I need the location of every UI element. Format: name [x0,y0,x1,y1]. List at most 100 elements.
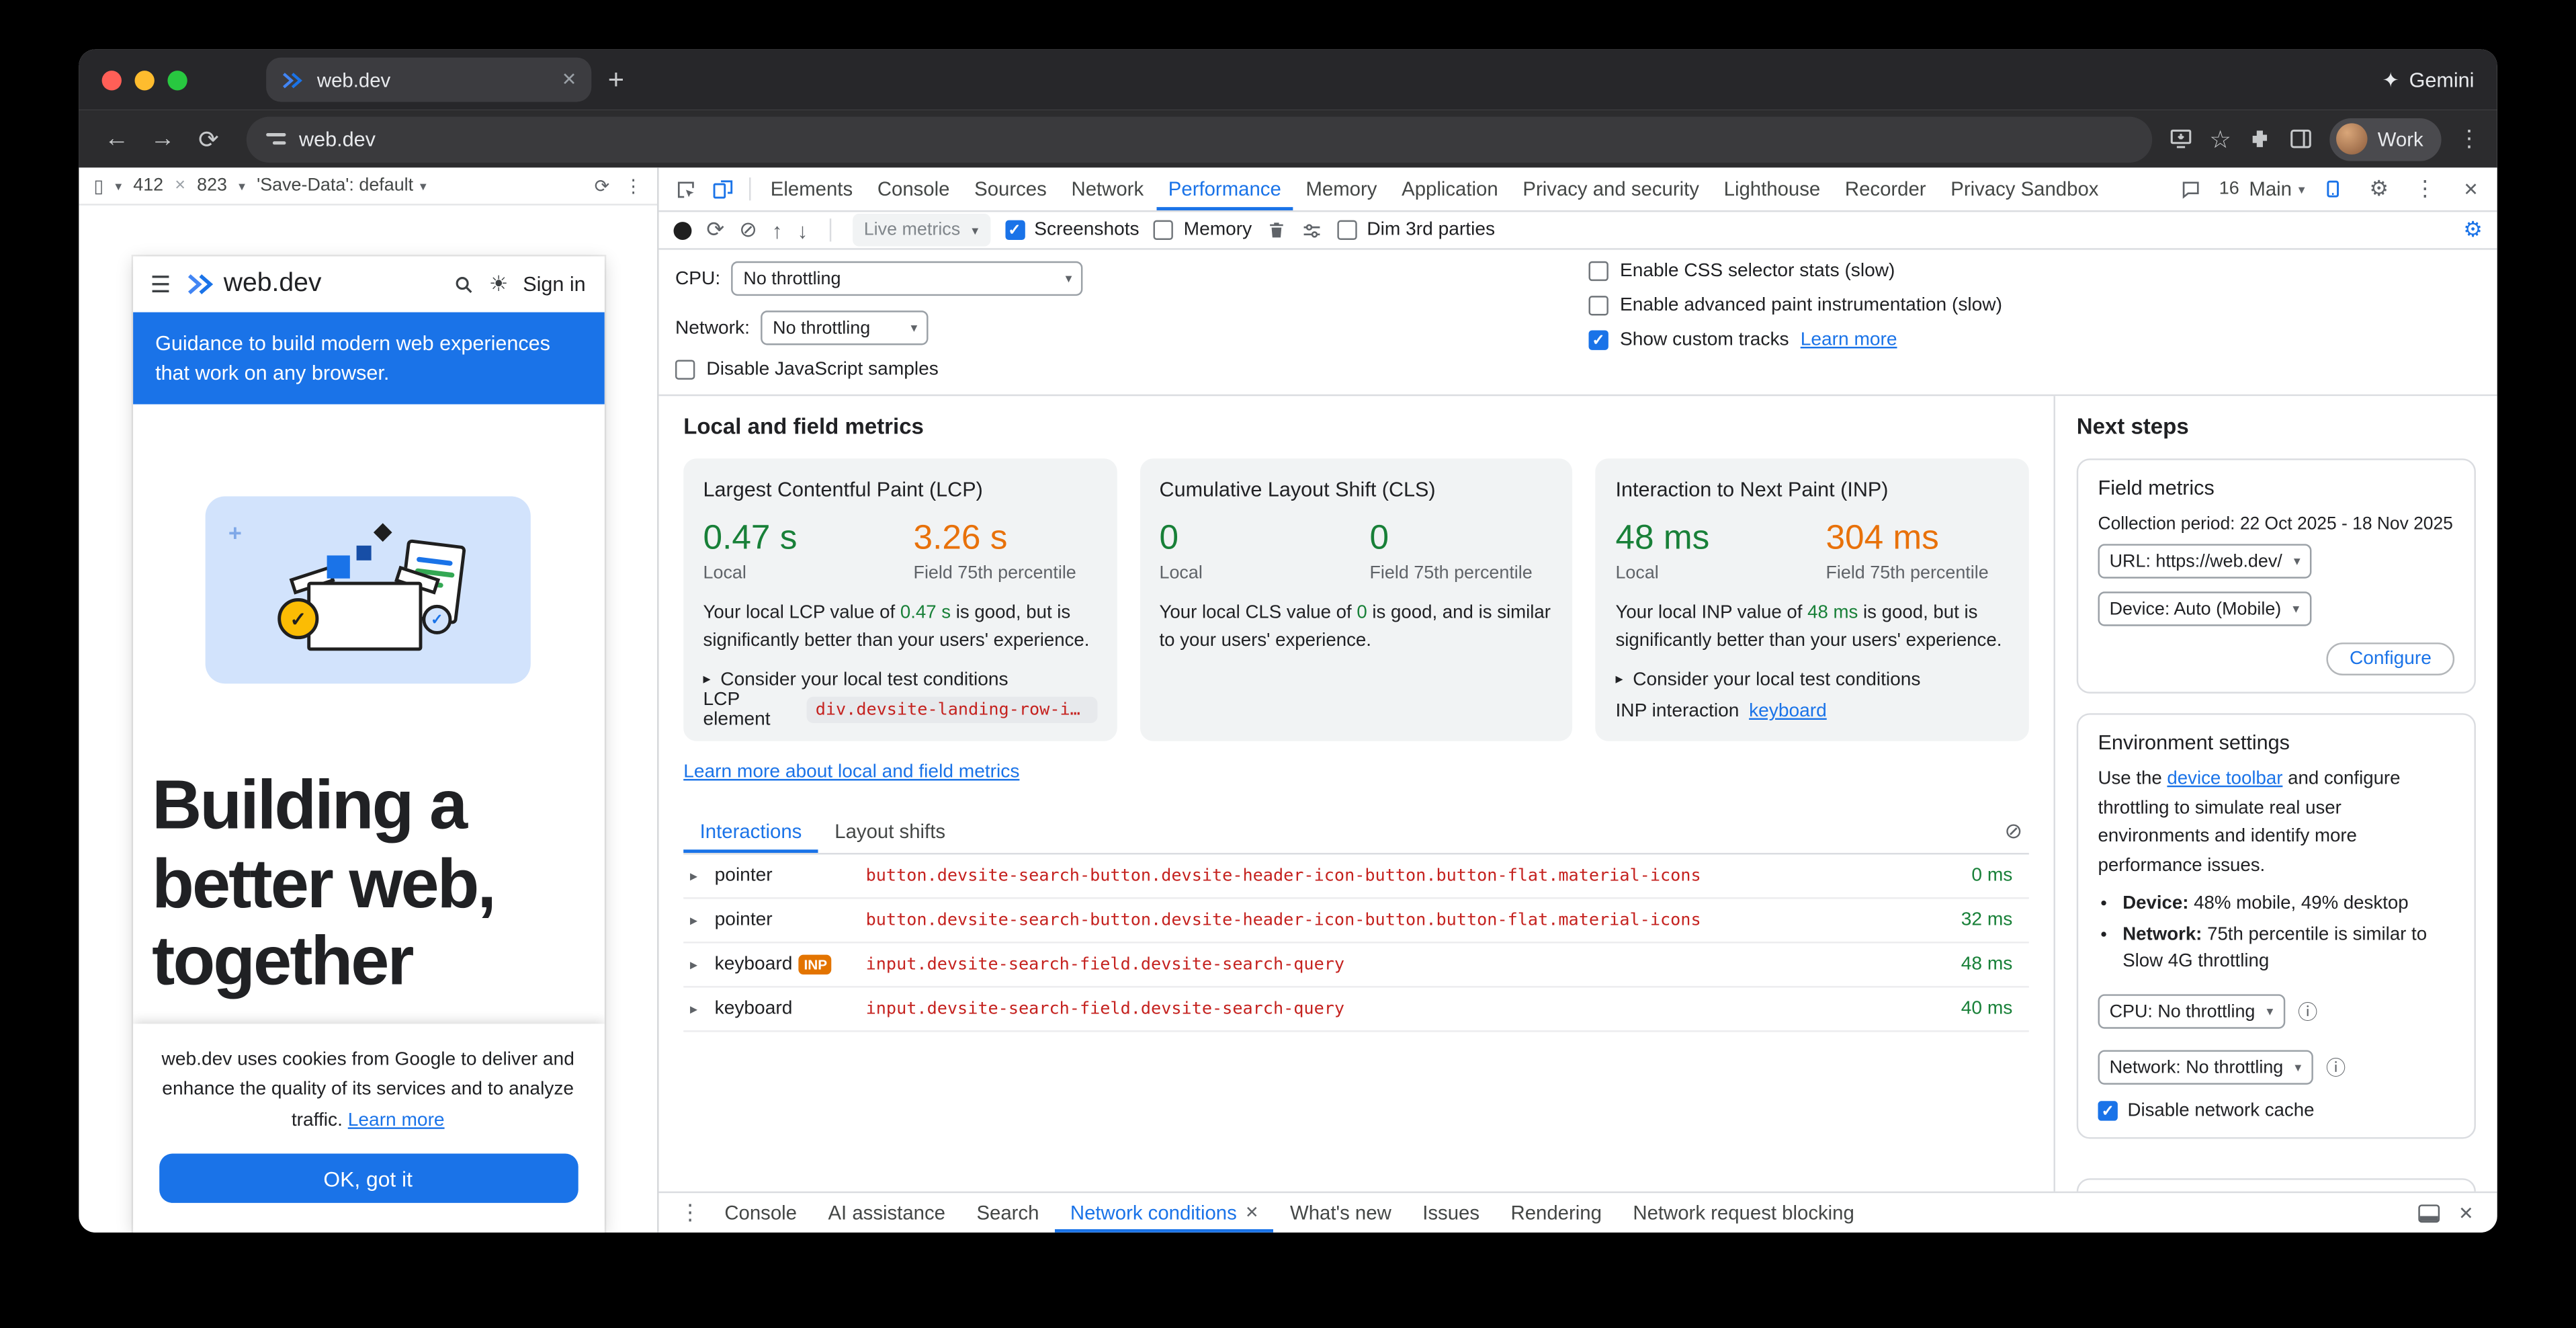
drawer-menu-icon[interactable]: ⋮ [672,1195,708,1231]
lcp-element-chip[interactable]: div.devsite-landing-row-item-d… [807,696,1097,722]
zoom-window-button[interactable] [167,70,187,89]
tab-elements[interactable]: Elements [759,167,865,210]
extensions-icon[interactable] [2248,126,2273,151]
cookie-learn-more-link[interactable]: Learn more [348,1110,445,1130]
cookie-accept-button[interactable]: OK, got it [159,1154,578,1203]
drawer-tab-console[interactable]: Console [710,1193,812,1233]
drawer-close-icon[interactable]: ✕ [2448,1195,2484,1231]
field-url-select[interactable]: URL: https://web.dev/ ▾ [2098,544,2312,579]
capture-settings-gear-icon[interactable]: ⚙ [2463,217,2483,243]
side-panel-icon[interactable] [2289,126,2314,151]
configure-button[interactable]: Configure [2327,643,2454,676]
tab-interactions[interactable]: Interactions [683,810,818,853]
devtools-menu-icon[interactable]: ⋮ [2407,171,2443,207]
inp-test-conditions-expander[interactable]: ▸ Consider your local test conditions [1615,670,2009,690]
devtools-close-icon[interactable]: ✕ [2453,171,2489,207]
disable-network-cache-checkbox[interactable]: ✓ Disable network cache [2098,1102,2455,1121]
context-selector[interactable]: Main ▾ [2249,177,2305,200]
save-profile-icon[interactable]: ↑ [772,218,783,243]
hamburger-menu-icon[interactable]: ☰ [151,270,171,298]
viewport-width-input[interactable]: 412 [133,176,163,196]
row-expand-caret-icon[interactable]: ▸ [690,911,705,929]
zoom-select-caret-icon[interactable]: ▾ [239,178,245,193]
row-expand-caret-icon[interactable]: ▸ [690,867,705,885]
browser-tab[interactable]: web.dev ✕ [266,58,591,102]
network-throttling-select[interactable]: No throttling ▾ [761,310,929,345]
rotate-icon[interactable]: ⟳ [595,175,610,196]
forward-button[interactable]: → [141,118,184,161]
disable-js-samples-checkbox[interactable]: Disable JavaScript samples [675,360,1589,379]
disable-network-cache-box[interactable]: ✓ [2098,1102,2118,1121]
interaction-row[interactable]: ▸ keyboard INP input.devsite-search-fiel… [683,944,2029,988]
tab-network[interactable]: Network [1060,167,1155,210]
paint-instrumentation-box[interactable] [1589,296,1608,315]
row-expand-caret-icon[interactable]: ▸ [690,1000,705,1018]
close-window-button[interactable] [102,70,122,89]
site-settings-icon[interactable] [266,134,286,144]
gemini-button[interactable]: ✦ Gemini [2382,67,2474,92]
tab-close-icon[interactable]: ✕ [562,69,577,91]
devtools-settings-icon[interactable]: ⚙ [2361,171,2397,207]
interaction-selector[interactable]: input.devsite-search-field.devsite-searc… [866,955,1907,974]
record-shortcut-card[interactable]: Record ⌘ E [2077,1179,2476,1192]
sidebar-cpu-select[interactable]: CPU: No throttling ▾ [2098,995,2285,1029]
drawer-tab-close-icon[interactable]: ✕ [1245,1204,1259,1222]
tab-privacy-sandbox[interactable]: Privacy Sandbox [1939,167,2110,210]
back-button[interactable]: ← [95,118,138,161]
issues-icon[interactable] [2173,171,2209,207]
cpu-throttling-select[interactable]: No throttling ▾ [732,261,1083,296]
tab-privacy-and-security[interactable]: Privacy and security [1511,167,1711,210]
field-device-select[interactable]: Device: Auto (Mobile) ▾ [2098,592,2311,626]
browser-menu-icon[interactable]: ⋮ [2458,125,2481,153]
record-and-reload-icon[interactable]: ⟳ [706,217,724,243]
disable-js-samples-box[interactable] [675,360,695,379]
throttling-select[interactable]: 'Save-Data': default ▾ [257,176,427,196]
css-selector-stats-box[interactable] [1589,261,1608,281]
inspect-element-icon[interactable] [667,171,703,207]
interaction-selector[interactable]: button.devsite-search-button.devsite-hea… [866,911,1907,930]
device-select-caret-icon[interactable]: ▾ [115,178,122,193]
interaction-row[interactable]: ▸ pointer button.devsite-search-button.d… [683,855,2029,899]
tab-application[interactable]: Application [1390,167,1510,210]
drawer-tab-search[interactable]: Search [961,1193,1054,1233]
custom-tracks-checkbox[interactable]: ✓ Show custom tracks Learn more [1589,330,2002,349]
drawer-tab-whats-new[interactable]: What's new [1275,1193,1406,1233]
tab-sources[interactable]: Sources [963,167,1058,210]
device-mode-indicator-icon[interactable] [2315,171,2351,207]
sign-in-button[interactable]: Sign in [523,273,585,296]
viewport-height-input[interactable]: 823 [197,176,227,196]
sidebar-network-select[interactable]: Network: No throttling ▾ [2098,1050,2313,1085]
custom-tracks-learn-more-link[interactable]: Learn more [1801,330,1897,349]
field-metrics-learn-more-link[interactable]: Learn more about local and field metrics [683,763,1019,782]
screenshots-checkbox-box[interactable]: ✓ [1004,220,1024,240]
install-icon[interactable] [2168,126,2193,151]
interaction-selector[interactable]: input.devsite-search-field.devsite-searc… [866,999,1907,1019]
row-expand-caret-icon[interactable]: ▸ [690,956,705,974]
paint-instrumentation-checkbox[interactable]: Enable advanced paint instrumentation (s… [1589,296,2002,315]
device-toolbar-menu-icon[interactable]: ⋮ [624,175,642,196]
tab-performance[interactable]: Performance [1157,167,1293,210]
minimize-window-button[interactable] [135,70,155,89]
clear-icon[interactable]: ⊘ [739,217,757,243]
tab-recorder[interactable]: Recorder [1834,167,1938,210]
device-toolbar-link[interactable]: device toolbar [2167,770,2282,789]
bookmark-star-icon[interactable]: ☆ [2209,124,2231,154]
inp-interaction-link[interactable]: keyboard [1749,702,1827,721]
reload-button[interactable]: ⟳ [187,118,230,161]
new-tab-button[interactable]: + [608,63,624,96]
tab-lighthouse[interactable]: Lighthouse [1713,167,1832,210]
css-selector-stats-checkbox[interactable]: Enable CSS selector stats (slow) [1589,261,2002,281]
dim-3rd-parties-checkbox-box[interactable] [1337,220,1357,240]
tab-console[interactable]: Console [866,167,961,210]
site-logo[interactable]: web.dev [185,269,321,299]
clear-log-icon[interactable]: ⊘ [2004,819,2028,845]
drawer-tab-rendering[interactable]: Rendering [1496,1193,1617,1233]
screenshots-checkbox[interactable]: ✓ Screenshots [1004,220,1139,240]
theme-toggle-icon[interactable]: ☀ [489,271,509,297]
network-info-icon[interactable]: ⓘ [2326,1054,2346,1082]
garbage-collect-icon[interactable] [1266,220,1286,240]
drawer-dock-icon[interactable] [2410,1195,2446,1231]
tab-memory[interactable]: Memory [1294,167,1388,210]
search-icon[interactable] [453,274,474,295]
tab-layout-shifts[interactable]: Layout shifts [818,810,962,853]
